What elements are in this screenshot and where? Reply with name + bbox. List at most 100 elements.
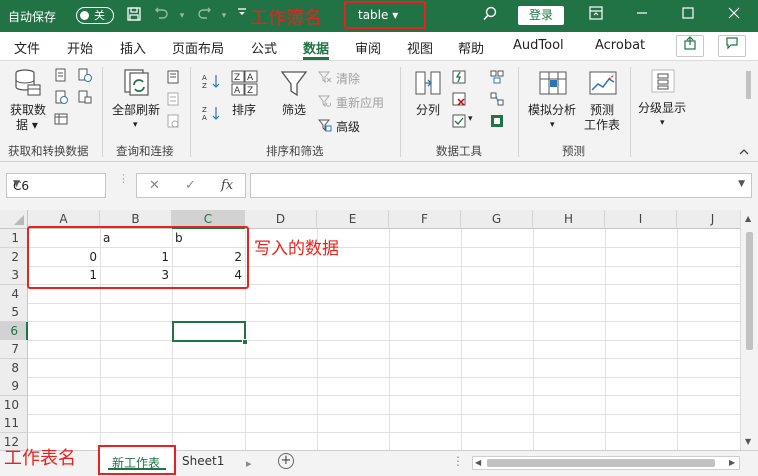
maximize-icon[interactable] bbox=[678, 6, 698, 26]
save-icon[interactable] bbox=[124, 6, 144, 26]
close-icon[interactable] bbox=[724, 6, 744, 26]
get-data-icon[interactable] bbox=[12, 67, 42, 97]
clear-filter-label[interactable]: 清除 bbox=[336, 70, 360, 87]
col-header-f[interactable]: F bbox=[389, 210, 461, 229]
data-validation-caret[interactable]: ▾ bbox=[468, 114, 473, 124]
insert-function-icon[interactable]: fx bbox=[221, 178, 233, 193]
select-all-corner[interactable] bbox=[0, 210, 28, 229]
col-header-g[interactable]: G bbox=[461, 210, 533, 229]
scroll-right-icon[interactable]: ▶ bbox=[729, 457, 735, 469]
tab-help[interactable]: 帮助 bbox=[458, 38, 484, 57]
from-table-icon[interactable] bbox=[54, 112, 68, 126]
workbook-name-button[interactable]: table ▾ bbox=[344, 1, 426, 29]
cancel-icon[interactable]: ✕ bbox=[149, 178, 160, 193]
tab-audtool[interactable]: AudTool bbox=[513, 38, 564, 53]
share-button[interactable] bbox=[676, 35, 704, 57]
drag-handle-icon[interactable]: ⋮ bbox=[118, 173, 129, 194]
autosave-toggle[interactable]: 关 bbox=[76, 7, 114, 24]
ribbon-scroll-thumb[interactable] bbox=[746, 71, 751, 99]
what-if-analysis-caret[interactable]: ▾ bbox=[550, 118, 555, 133]
tab-file[interactable]: 文件 bbox=[14, 38, 40, 57]
worksheet-grid[interactable]: A B C D E F G H I J 1 2 3 4 5 6 7 8 9 10… bbox=[0, 210, 740, 450]
outline-icon[interactable] bbox=[648, 67, 678, 97]
sort-label[interactable]: 排序 bbox=[232, 103, 256, 118]
enter-icon[interactable]: ✓ bbox=[185, 178, 196, 193]
scroll-down-icon[interactable]: ▼ bbox=[745, 437, 751, 446]
row-header-10[interactable]: 10 bbox=[0, 395, 28, 415]
vertical-scrollbar[interactable]: ▲ ▼ bbox=[740, 210, 758, 450]
row-header-8[interactable]: 8 bbox=[0, 358, 28, 378]
expand-formula-icon[interactable]: ▼ bbox=[738, 179, 745, 189]
row-header-4[interactable]: 4 bbox=[0, 284, 28, 304]
existing-connections-icon[interactable] bbox=[78, 90, 92, 104]
sort-icon[interactable]: ZAAZ bbox=[230, 69, 260, 99]
from-web-icon[interactable] bbox=[54, 90, 68, 104]
add-sheet-button[interactable]: + bbox=[278, 453, 294, 469]
refresh-all-label[interactable]: 全部刷新 bbox=[112, 103, 160, 118]
forecast-sheet-icon[interactable] bbox=[588, 69, 618, 99]
row-header-7[interactable]: 7 bbox=[0, 340, 28, 359]
ribbon-scroll[interactable] bbox=[744, 65, 754, 101]
scroll-left-icon[interactable]: ◀ bbox=[475, 457, 481, 469]
login-button[interactable]: 登录 bbox=[518, 6, 564, 25]
horizontal-scrollbar[interactable]: ◀ ▶ bbox=[472, 456, 740, 470]
ribbon-display-icon[interactable] bbox=[586, 6, 606, 26]
selected-cell-c6[interactable] bbox=[172, 321, 246, 342]
vertical-scroll-thumb[interactable] bbox=[746, 232, 753, 350]
what-if-analysis-icon[interactable] bbox=[538, 69, 568, 99]
tab-view[interactable]: 视图 bbox=[407, 38, 433, 57]
edit-links-icon[interactable] bbox=[166, 114, 180, 128]
row-header-5[interactable]: 5 bbox=[0, 303, 28, 322]
tab-data[interactable]: 数据 bbox=[303, 38, 329, 57]
clear-filter-icon[interactable] bbox=[318, 70, 332, 84]
text-to-columns-icon[interactable] bbox=[414, 69, 444, 99]
tab-insert[interactable]: 插入 bbox=[120, 38, 146, 57]
scroll-up-icon[interactable]: ▲ bbox=[745, 214, 751, 223]
tab-page-layout[interactable]: 页面布局 bbox=[172, 38, 224, 57]
col-header-j[interactable]: J bbox=[677, 210, 740, 229]
from-text-icon[interactable] bbox=[54, 68, 68, 82]
row-header-9[interactable]: 9 bbox=[0, 377, 28, 396]
name-box-dropdown-icon[interactable]: ▼ bbox=[13, 179, 99, 189]
tab-formulas[interactable]: 公式 bbox=[251, 38, 277, 57]
outline-caret[interactable]: ▾ bbox=[660, 116, 665, 131]
name-box[interactable]: C6 ▼ bbox=[6, 173, 106, 198]
filter-label[interactable]: 筛选 bbox=[282, 103, 306, 118]
tab-review[interactable]: 审阅 bbox=[355, 38, 381, 57]
data-model-icon[interactable] bbox=[490, 114, 504, 128]
what-if-analysis-label[interactable]: 模拟分析 bbox=[528, 103, 576, 118]
sort-za-icon[interactable]: ZA bbox=[202, 105, 222, 121]
formula-input[interactable]: ▼ bbox=[250, 173, 752, 198]
undo-dropdown-icon[interactable]: ▾ bbox=[172, 6, 192, 26]
sheet-tab-sheet1[interactable]: Sheet1 bbox=[182, 454, 224, 468]
text-to-columns-label[interactable]: 分列 bbox=[416, 103, 440, 118]
remove-duplicates-icon[interactable] bbox=[452, 92, 466, 106]
search-icon[interactable] bbox=[480, 6, 500, 26]
customize-icon[interactable] bbox=[232, 6, 252, 26]
refresh-all-icon[interactable] bbox=[122, 67, 152, 97]
row-header-11[interactable]: 11 bbox=[0, 414, 28, 433]
get-data-label-2[interactable]: 据 ▾ bbox=[16, 118, 38, 133]
reapply-label[interactable]: 重新应用 bbox=[336, 94, 384, 111]
tab-home[interactable]: 开始 bbox=[67, 38, 93, 57]
row-header-3[interactable]: 3 bbox=[0, 266, 28, 285]
filter-icon[interactable] bbox=[280, 69, 310, 99]
collapse-ribbon-icon[interactable] bbox=[738, 147, 750, 157]
queries-connections-icon[interactable] bbox=[166, 70, 180, 84]
refresh-all-caret[interactable]: ▾ bbox=[133, 118, 138, 133]
get-data-label-1[interactable]: 获取数 bbox=[10, 103, 46, 118]
redo-dropdown-icon[interactable]: ▾ bbox=[214, 6, 234, 26]
undo-icon[interactable] bbox=[152, 6, 172, 26]
redo-icon[interactable] bbox=[194, 6, 214, 26]
forecast-sheet-label-2[interactable]: 工作表 bbox=[584, 118, 620, 133]
row-header-1[interactable]: 1 bbox=[0, 229, 28, 248]
reapply-icon[interactable] bbox=[318, 94, 332, 108]
col-header-e[interactable]: E bbox=[317, 210, 389, 229]
properties-icon[interactable] bbox=[166, 92, 180, 106]
advanced-filter-label[interactable]: 高级 bbox=[336, 118, 360, 135]
sheet-tab-new[interactable]: 新工作表 bbox=[98, 445, 176, 475]
flash-fill-icon[interactable] bbox=[452, 70, 466, 84]
recent-sources-icon[interactable] bbox=[78, 68, 92, 82]
col-header-d[interactable]: D bbox=[245, 210, 317, 229]
row-header-6[interactable]: 6 bbox=[0, 321, 28, 341]
